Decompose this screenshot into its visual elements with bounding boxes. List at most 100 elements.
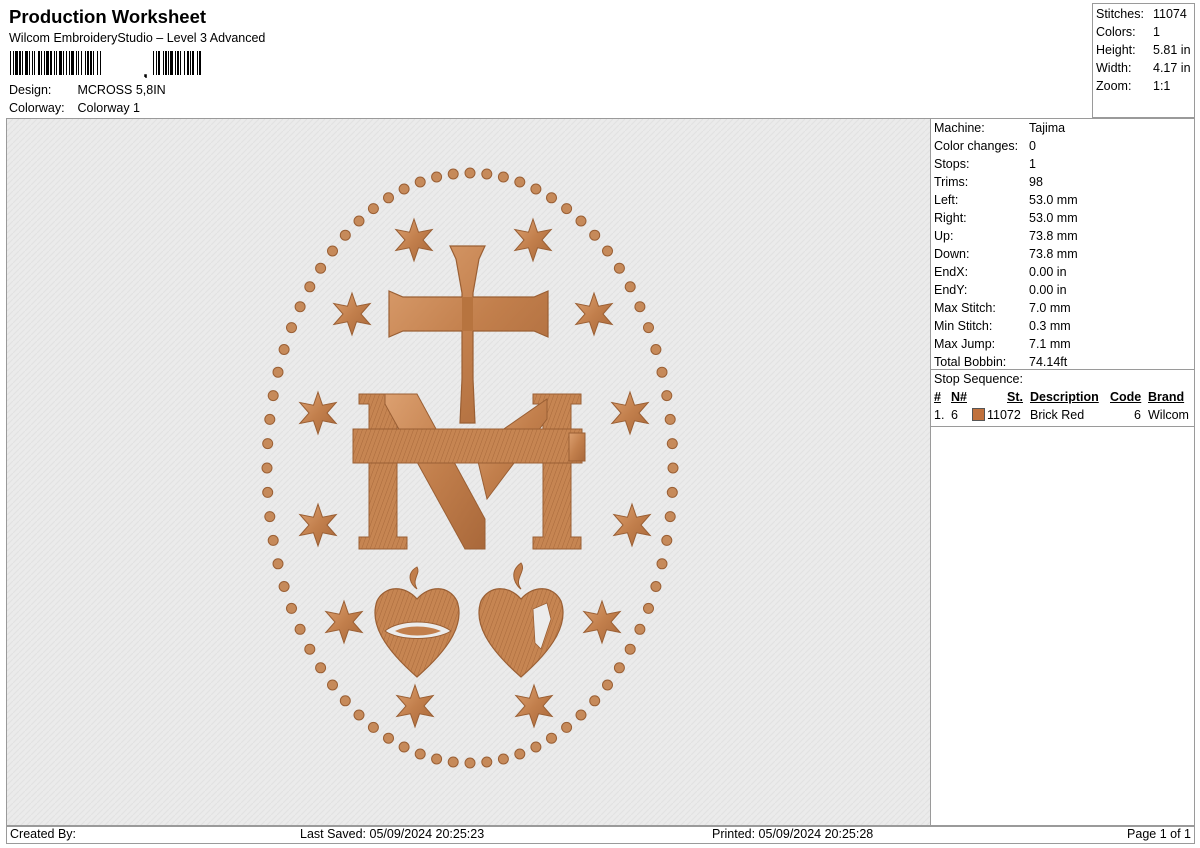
info-value: 74.14ft (1029, 355, 1068, 369)
machine-info-row: Down: 73.8 mm (934, 247, 1078, 261)
colorway-value: Colorway 1 (77, 101, 141, 115)
created-by: Created By: (10, 827, 77, 841)
border-dot (353, 215, 365, 227)
height-value: 5.81 in (1153, 43, 1191, 57)
info-label: EndY: (934, 283, 968, 297)
border-dot (624, 281, 636, 293)
border-dot (353, 709, 365, 721)
border-dot (272, 558, 284, 570)
info-label: Color changes: (934, 139, 1019, 153)
info-label: Up: (934, 229, 954, 243)
border-dot (294, 301, 306, 313)
col-description: Description (1030, 390, 1099, 404)
machine-info-row: Color changes: 0 (934, 139, 1036, 153)
border-dot (666, 486, 678, 498)
col-st: St. (1007, 390, 1023, 404)
border-dot (667, 462, 679, 474)
info-label: Max Jump: (934, 337, 996, 351)
border-dot (286, 322, 297, 334)
border-dot (414, 176, 426, 188)
col-n: N# (951, 390, 967, 404)
border-dot (661, 534, 673, 546)
machine-info-row: Trims: 98 (934, 175, 1043, 189)
machine-info-row: EndX: 0.00 in (934, 265, 1067, 279)
info-label: Max Stitch: (934, 301, 996, 315)
page-number: Page 1 of 1 (1127, 827, 1191, 841)
printed-date: Printed: 05/09/2024 20:25:28 (712, 827, 874, 841)
border-dot (464, 757, 476, 769)
machine-info-row: Min Stitch: 0.3 mm (934, 319, 1071, 333)
design-value: MCROSS 5,8IN (77, 83, 166, 97)
width-value: 4.17 in (1153, 61, 1191, 75)
stop-sequence-row[interactable]: 1. 6 11072 Brick Red 6 Wilcom (931, 408, 1194, 424)
border-dot (304, 643, 316, 655)
border-dot (602, 679, 613, 691)
border-dot (546, 192, 557, 204)
border-dot (267, 534, 279, 546)
zoom-value: 1:1 (1153, 79, 1171, 93)
border-dot (664, 511, 676, 523)
info-label: Left: (934, 193, 959, 207)
stop-sequence-title: Stop Sequence: (934, 372, 1023, 386)
col-brand: Brand (1148, 390, 1185, 404)
colors-value: 1 (1153, 25, 1160, 39)
info-value: 98 (1029, 175, 1043, 189)
col-code: Code (1110, 390, 1142, 404)
border-dot (447, 756, 459, 768)
machine-info-row: Max Jump: 7.1 mm (934, 337, 1071, 351)
worksheet-title: Production Worksheet (9, 6, 207, 27)
border-dot (304, 281, 316, 293)
border-dot (546, 732, 557, 744)
design-row: Design: MCROSS 5,8IN (9, 83, 166, 97)
machine-info-row: Up: 73.8 mm (934, 229, 1078, 243)
border-dot (262, 438, 274, 450)
border-dot (497, 753, 509, 765)
border-dot (367, 721, 379, 733)
design-preview-canvas[interactable] (6, 118, 931, 826)
colors-label: Colors: (1096, 25, 1136, 39)
border-dot (575, 215, 587, 227)
border-dot (589, 229, 601, 241)
border-dot (294, 623, 306, 635)
border-dot (447, 168, 459, 180)
embroidery-design (7, 119, 930, 825)
barcode: , (10, 51, 201, 78)
fabric-background (7, 119, 930, 825)
border-dot (262, 486, 274, 498)
border-dot (497, 171, 509, 183)
row-st: 11072 (987, 408, 1021, 422)
border-dot (278, 581, 290, 592)
colorway-label: Colorway: (9, 101, 65, 115)
border-dot (383, 192, 394, 204)
info-value: 0 (1029, 139, 1036, 153)
border-dot (327, 245, 338, 257)
border-dot (650, 344, 662, 355)
border-dot (267, 390, 279, 402)
svg-text:,: , (143, 61, 148, 78)
border-dot (481, 168, 493, 180)
row-n: 6 (951, 408, 958, 422)
border-dot (575, 709, 587, 721)
border-dot (661, 390, 673, 402)
border-dot (431, 753, 443, 765)
info-value: 0.00 in (1029, 283, 1067, 297)
stop-sequence-header: # N# St. Description Code Brand (931, 390, 1194, 406)
border-dot (264, 413, 276, 425)
row-num: 1. (934, 408, 945, 422)
border-dot (286, 602, 297, 614)
border-dot (613, 262, 625, 274)
border-dot (589, 695, 601, 707)
info-label: EndX: (934, 265, 969, 279)
info-label: Trims: (934, 175, 969, 189)
border-dot (272, 366, 284, 378)
border-dot (634, 623, 646, 635)
machine-info-row: Total Bobbin: 74.14ft (934, 355, 1067, 369)
border-dot (367, 203, 379, 215)
info-label: Right: (934, 211, 967, 225)
zoom-label: Zoom: (1096, 79, 1132, 93)
machine-info-row: Left: 53.0 mm (934, 193, 1078, 207)
info-value: 7.1 mm (1029, 337, 1071, 351)
machine-info-row: Stops: 1 (934, 157, 1036, 171)
border-dot (264, 511, 276, 523)
row-code: 6 (1134, 408, 1141, 422)
